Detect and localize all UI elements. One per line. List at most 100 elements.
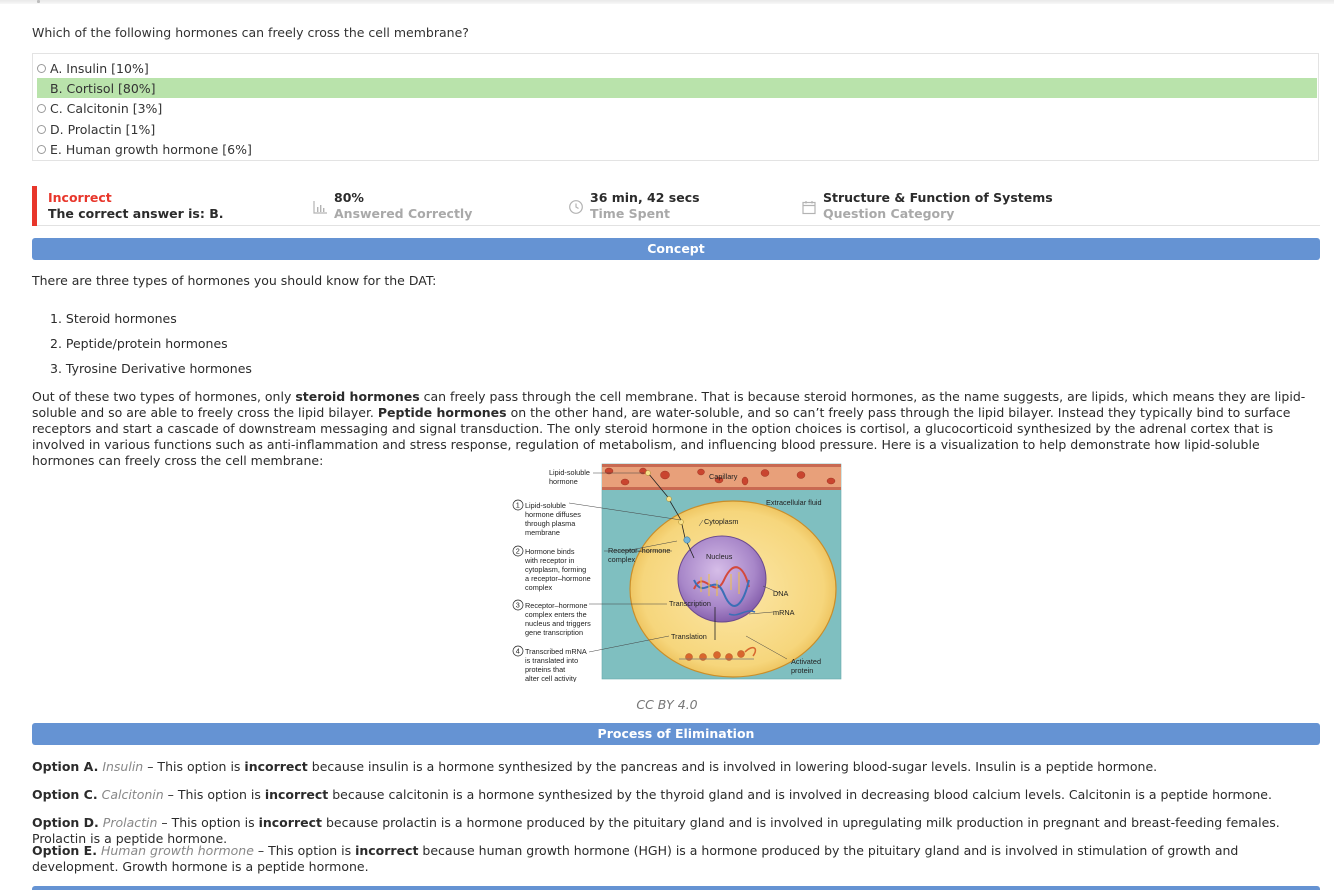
svg-text:3: 3 bbox=[516, 601, 520, 610]
elimination-heading: Process of Elimination bbox=[32, 723, 1320, 745]
option-a[interactable]: A. Insulin [10%] bbox=[37, 58, 1317, 78]
text-segment: Out of these two types of hormones, only bbox=[32, 389, 296, 404]
steroid-hormone-diagram: Lipid-soluble hormone Capillary Extracel… bbox=[512, 463, 842, 682]
option-id: Option D. bbox=[32, 815, 99, 830]
list-item: 3. Tyrosine Derivative hormones bbox=[50, 361, 252, 376]
svg-text:Lipid-soluble: Lipid-soluble bbox=[525, 501, 566, 510]
text-segment: – This option is bbox=[163, 787, 265, 802]
step-2-annotation: 2 Hormone binds with receptor in cytopla… bbox=[512, 545, 591, 592]
svg-text:cytoplasm, forming: cytoplasm, forming bbox=[525, 565, 586, 574]
option-name: Human growth hormone bbox=[100, 843, 254, 858]
svg-text:membrane: membrane bbox=[525, 528, 560, 537]
question-text: Which of the following hormones can free… bbox=[32, 25, 469, 40]
svg-text:complex enters the: complex enters the bbox=[525, 610, 587, 619]
answered-correctly-stat: 80% Answered Correctly bbox=[313, 190, 473, 222]
text-segment: – This option is bbox=[253, 843, 356, 858]
concept-heading: Concept bbox=[32, 238, 1320, 260]
correct-answer-text: The correct answer is: B. bbox=[48, 206, 224, 221]
option-id: Option E. bbox=[32, 843, 97, 858]
radio-button[interactable] bbox=[37, 124, 46, 134]
figure-label-receptor-complex: complex bbox=[608, 555, 636, 564]
explanation: because calcitonin is a hormone synthesi… bbox=[328, 787, 1272, 802]
elimination-item-c: Option C. Calcitonin – This option is in… bbox=[32, 787, 1317, 803]
image-credit: CC BY 4.0 bbox=[636, 697, 698, 712]
clock-icon bbox=[569, 200, 583, 214]
cell-nucleus bbox=[677, 535, 767, 623]
svg-text:alter cell activity: alter cell activity bbox=[525, 674, 577, 682]
step-4-annotation: 4 Transcribed mRNA is translated into pr… bbox=[512, 645, 587, 682]
incorrect-indicator-bar bbox=[32, 186, 37, 226]
figure-label-nucleus: Nucleus bbox=[706, 552, 733, 561]
emphasis-steroid: steroid hormones bbox=[295, 389, 420, 404]
figure-label-lipid-hormone: Lipid-soluble bbox=[549, 468, 590, 477]
option-label: E. Human growth hormone [6%] bbox=[50, 141, 252, 157]
figure-label-transcription: Transcription bbox=[669, 599, 711, 608]
svg-text:1: 1 bbox=[516, 501, 520, 510]
option-label: A. Insulin [10%] bbox=[50, 60, 149, 76]
svg-text:with receptor in: with receptor in bbox=[524, 556, 574, 565]
svg-text:nucleus and triggers: nucleus and triggers bbox=[525, 619, 591, 628]
emphasis-peptide: Peptide hormones bbox=[377, 405, 507, 420]
verdict: incorrect bbox=[244, 759, 308, 774]
figure-label-translation: Translation bbox=[671, 632, 707, 641]
concept-paragraph: Out of these two types of hormones, only… bbox=[32, 389, 1322, 469]
step-1-annotation: 1 Lipid-soluble hormone diffuses through… bbox=[512, 499, 581, 537]
option-name: Prolactin bbox=[102, 815, 158, 830]
figure-label-cytoplasm: Cytoplasm bbox=[704, 517, 738, 526]
figure-label-activated-protein: Activated bbox=[791, 657, 821, 666]
verdict: incorrect bbox=[355, 843, 419, 858]
figure-label-capillary: Capillary bbox=[709, 472, 738, 481]
option-c[interactable]: C. Calcitonin [3%] bbox=[37, 98, 1317, 118]
svg-text:Hormone binds: Hormone binds bbox=[525, 547, 575, 556]
verdict: incorrect bbox=[258, 815, 322, 830]
explanation: because insulin is a hormone synthesized… bbox=[307, 759, 1158, 774]
svg-text:2: 2 bbox=[516, 547, 520, 556]
option-label: B. Cortisol [80%] bbox=[50, 80, 156, 96]
question-category-stat: Structure & Function of Systems Question… bbox=[802, 190, 1053, 222]
svg-text:Receptor–hormone: Receptor–hormone bbox=[525, 601, 587, 610]
concept-intro: There are three types of hormones you sh… bbox=[32, 273, 437, 288]
text-segment: – This option is bbox=[143, 759, 245, 774]
option-name: Insulin bbox=[102, 759, 144, 774]
result-status: Incorrect The correct answer is: B. bbox=[48, 190, 223, 222]
top-toolbar-edge bbox=[0, 0, 1334, 4]
elimination-item-a: Option A. Insulin – This option is incor… bbox=[32, 759, 1317, 775]
calendar-icon bbox=[802, 201, 816, 215]
figure-label-mrna: mRNA bbox=[773, 608, 795, 617]
figure-label-lipid-hormone: hormone bbox=[549, 477, 578, 486]
radio-button[interactable] bbox=[37, 103, 46, 113]
figure-label-dna: DNA bbox=[773, 589, 789, 598]
svg-text:Transcribed mRNA: Transcribed mRNA bbox=[525, 647, 587, 656]
question-category-label: Question Category bbox=[823, 206, 955, 221]
option-b[interactable]: B. Cortisol [80%] bbox=[37, 78, 1317, 98]
option-id: Option A. bbox=[32, 759, 99, 774]
svg-text:4: 4 bbox=[516, 647, 520, 656]
list-item: 2. Peptide/protein hormones bbox=[50, 336, 228, 351]
option-label: C. Calcitonin [3%] bbox=[50, 100, 163, 116]
bar-chart-icon bbox=[313, 201, 327, 214]
option-id: Option C. bbox=[32, 787, 98, 802]
option-e[interactable]: E. Human growth hormone [6%] bbox=[37, 139, 1317, 159]
time-spent-stat: 36 min, 42 secs Time Spent bbox=[569, 190, 700, 222]
radio-button[interactable] bbox=[37, 144, 46, 154]
svg-text:gene transcription: gene transcription bbox=[525, 628, 583, 637]
svg-text:is translated into: is translated into bbox=[525, 656, 578, 665]
svg-text:hormone diffuses: hormone diffuses bbox=[525, 510, 581, 519]
toolbar-fragment bbox=[37, 0, 40, 3]
svg-text:a receptor–hormone: a receptor–hormone bbox=[525, 574, 591, 583]
verdict: incorrect bbox=[264, 787, 329, 802]
option-label: D. Prolactin [1%] bbox=[50, 121, 156, 137]
question-category-value: Structure & Function of Systems bbox=[823, 190, 1053, 205]
step-3-annotation: 3 Receptor–hormone complex enters the nu… bbox=[512, 599, 591, 637]
radio-button[interactable] bbox=[37, 63, 46, 73]
elimination-item-e: Option E. Human growth hormone – This op… bbox=[32, 843, 1317, 875]
figure-label-activated-protein: protein bbox=[791, 666, 813, 675]
answered-correctly-label: Answered Correctly bbox=[334, 206, 473, 221]
option-d[interactable]: D. Prolactin [1%] bbox=[37, 119, 1317, 139]
time-spent-value: 36 min, 42 secs bbox=[590, 190, 700, 205]
answered-correctly-value: 80% bbox=[334, 190, 364, 205]
figure-label-receptor-complex: Receptor–hormone bbox=[608, 546, 670, 555]
result-status-label: Incorrect bbox=[48, 190, 112, 205]
time-spent-label: Time Spent bbox=[590, 206, 670, 221]
answer-options: A. Insulin [10%] B. Cortisol [80%] C. Ca… bbox=[32, 53, 1319, 161]
